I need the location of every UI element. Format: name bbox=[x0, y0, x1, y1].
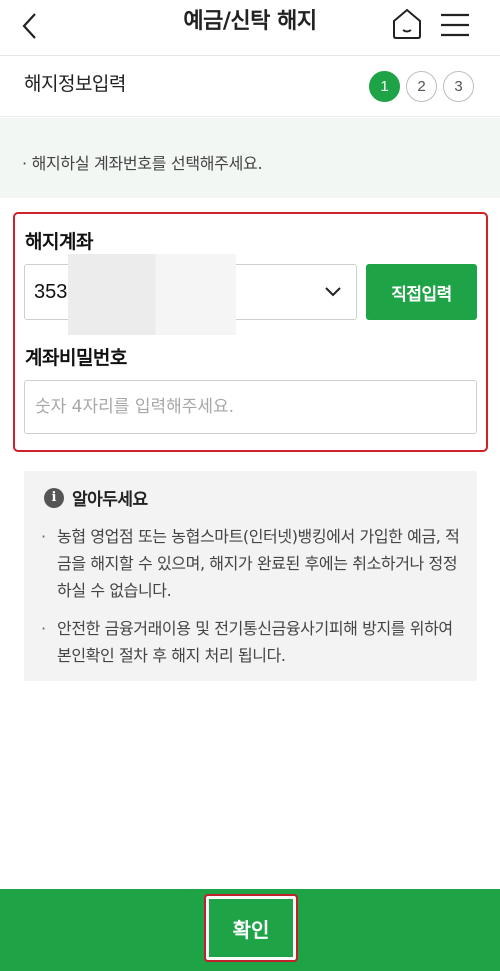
step-title: 해지정보입력 bbox=[24, 73, 126, 95]
home-icon bbox=[393, 8, 421, 39]
account-label: 해지계좌 bbox=[25, 231, 93, 253]
page-title: 예금/신탁 해지 bbox=[183, 9, 317, 34]
info-title: 알아두세요 bbox=[72, 490, 148, 510]
info-box: i 알아두세요 · 농협 영업점 또는 농협스마트(인터넷)뱅킹에서 가입한 예금… bbox=[24, 471, 477, 681]
direct-input-button[interactable]: 직접입력 bbox=[366, 264, 477, 320]
chevron-down-icon bbox=[325, 287, 341, 297]
step-1: 1 bbox=[369, 71, 400, 102]
hamburger-menu-icon bbox=[441, 13, 469, 37]
step-bar: 해지정보입력 1 2 3 bbox=[0, 57, 500, 117]
step-2: 2 bbox=[406, 71, 437, 102]
account-number: 353 bbox=[34, 281, 68, 303]
home-button[interactable] bbox=[390, 6, 424, 42]
confirm-button[interactable]: 확인 bbox=[204, 894, 298, 962]
password-label: 계좌비밀번호 bbox=[25, 347, 127, 369]
info-icon: i bbox=[44, 487, 64, 508]
info-list: · 농협 영업점 또는 농협스마트(인터넷)뱅킹에서 가입한 예금, 적금을 해지… bbox=[41, 523, 466, 680]
redacted-account-mask bbox=[68, 254, 236, 335]
step-indicator: 1 2 3 bbox=[369, 71, 474, 102]
notice-text: · 해지하실 계좌번호를 선택해주세요. bbox=[22, 154, 263, 173]
app-header: 예금/신탁 해지 bbox=[0, 0, 500, 56]
account-select[interactable]: 353 bbox=[24, 254, 357, 335]
password-input[interactable] bbox=[24, 380, 477, 434]
info-item: · 안전한 금융거래이용 및 전기통신금융사기피해 방지를 위하여 본인확인 절차… bbox=[41, 619, 453, 665]
step-3: 3 bbox=[443, 71, 474, 102]
menu-button[interactable] bbox=[438, 8, 472, 42]
notice-banner: · 해지하실 계좌번호를 선택해주세요. bbox=[0, 118, 500, 198]
info-item: · 농협 영업점 또는 농협스마트(인터넷)뱅킹에서 가입한 예금, 적금을 해지… bbox=[41, 527, 460, 600]
info-header: i 알아두세요 bbox=[44, 485, 148, 510]
